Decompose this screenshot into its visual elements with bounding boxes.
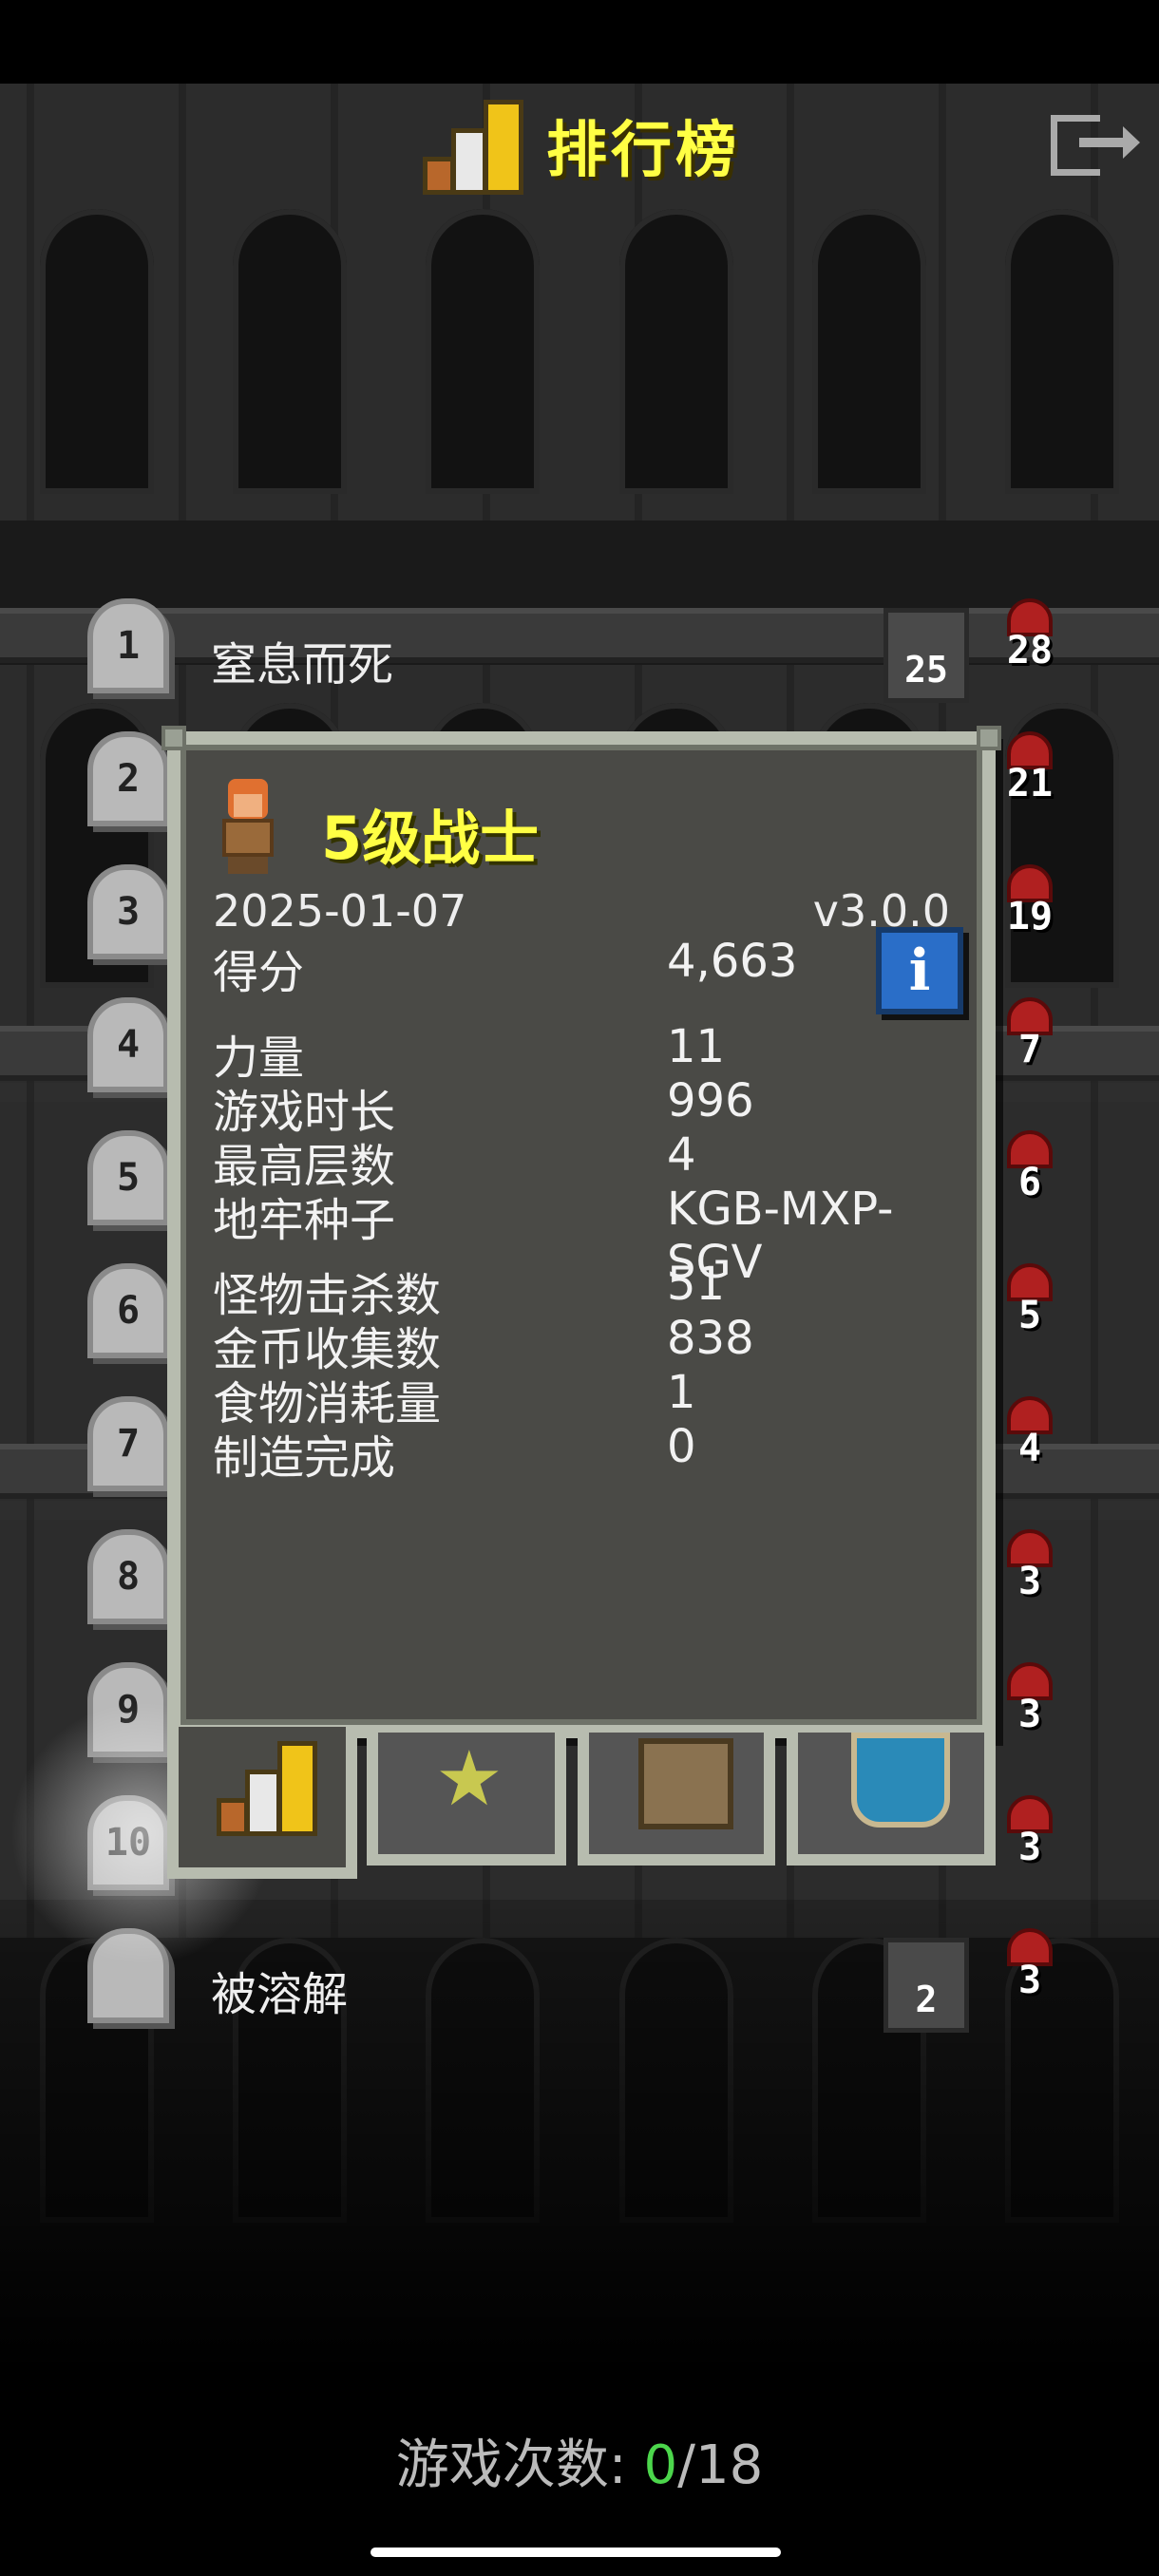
badge-icon	[851, 1733, 950, 1828]
stat-value-score: 4,663	[667, 935, 798, 988]
detail-tabs: ★	[167, 1727, 996, 1885]
hero-level: 6	[1017, 1161, 1042, 1204]
level-helmet-icon: 3	[999, 1795, 1060, 1900]
warrior-icon	[213, 779, 281, 874]
panel-corner	[977, 726, 1001, 750]
rank-tombstone-icon: 5	[87, 1130, 169, 1225]
cause-of-death: 窒息而死	[211, 638, 394, 691]
record-detail-panel: 5级战士 2025-01-07 v3.0.0 得分 4,663 i 力量 11 …	[162, 726, 1001, 1738]
hero-level: 28	[1006, 629, 1054, 672]
tab-badges[interactable]: ★	[367, 1733, 566, 1866]
games-count-current: 0	[643, 2434, 678, 2496]
podium-icon	[217, 1736, 321, 1836]
level-helmet-icon: 21	[999, 731, 1060, 836]
panel-corner	[162, 726, 186, 750]
stat-value-food: 1	[667, 1366, 696, 1419]
rank-tombstone-icon: 4	[87, 997, 169, 1092]
hero-level: 3	[1017, 1693, 1042, 1736]
hero-level: 4	[1017, 1427, 1042, 1470]
bag-icon	[638, 1738, 733, 1829]
depth-icon: 2	[884, 1938, 969, 2033]
ranking-row[interactable]: 1 窒息而死 25 28	[0, 598, 1159, 712]
level-helmet-icon: 4	[999, 1396, 1060, 1501]
stat-value-max-depth: 4	[667, 1128, 696, 1182]
star-icon: ★	[435, 1734, 504, 1823]
exit-button[interactable]	[1043, 109, 1140, 185]
rank-tombstone-icon: 2	[87, 731, 169, 826]
level-helmet-icon: 7	[999, 997, 1060, 1102]
info-icon: i	[908, 938, 931, 1004]
podium-icon	[423, 95, 527, 195]
games-count-total: /18	[677, 2434, 764, 2496]
exit-arrow-icon	[1079, 126, 1140, 159]
info-button[interactable]: i	[876, 927, 963, 1014]
hero-level: 3	[1017, 1826, 1042, 1869]
level-helmet-icon: 3	[999, 1928, 1060, 2033]
tab-items[interactable]	[578, 1733, 775, 1866]
games-count-label: 游戏次数:	[395, 2434, 627, 2496]
hero-level: 21	[1006, 762, 1054, 805]
title-group: 排行榜	[423, 95, 740, 195]
stat-label-crafted: 制造完成	[213, 1431, 396, 1485]
rank-tombstone-icon: 8	[87, 1529, 169, 1624]
arch-row	[0, 209, 1159, 494]
hero-level: 3	[1017, 1959, 1042, 2002]
games-count: 游戏次数: 0/18	[0, 2422, 1159, 2499]
hero-title: 5级战士	[321, 804, 540, 873]
rank-tombstone-icon: 6	[87, 1263, 169, 1358]
hero-level: 7	[1017, 1028, 1042, 1071]
hero-level: 19	[1006, 895, 1054, 938]
record-date: 2025-01-07	[213, 885, 467, 937]
rank-tombstone-icon: 3	[87, 864, 169, 959]
level-helmet-icon: 28	[999, 598, 1060, 703]
level-helmet-icon: 6	[999, 1130, 1060, 1235]
stat-value-gold: 838	[667, 1312, 754, 1365]
level-helmet-icon: 5	[999, 1263, 1060, 1368]
level-helmet-icon: 3	[999, 1662, 1060, 1767]
depth-icon: 25	[884, 608, 969, 703]
header: 排行榜	[0, 95, 1159, 209]
stat-value-crafted: 0	[667, 1420, 696, 1473]
stat-label-score: 得分	[213, 946, 305, 999]
rank-tombstone-icon: 7	[87, 1396, 169, 1491]
stat-value-duration: 996	[667, 1074, 754, 1127]
tab-class[interactable]	[787, 1733, 996, 1866]
hero-level: 5	[1017, 1294, 1042, 1337]
page-title: 排行榜	[546, 115, 740, 186]
home-indicator[interactable]	[370, 2548, 781, 2557]
level-helmet-icon: 3	[999, 1529, 1060, 1634]
stat-label-seed: 地牢种子	[213, 1194, 396, 1247]
rank-tombstone-icon: 1	[87, 598, 169, 693]
stat-value-kills: 51	[667, 1258, 726, 1311]
hero-level: 3	[1017, 1560, 1042, 1603]
stat-value-strength: 11	[667, 1020, 726, 1073]
tab-stats[interactable]	[167, 1727, 357, 1879]
level-helmet-icon: 19	[999, 864, 1060, 969]
status-bar	[0, 0, 1159, 84]
